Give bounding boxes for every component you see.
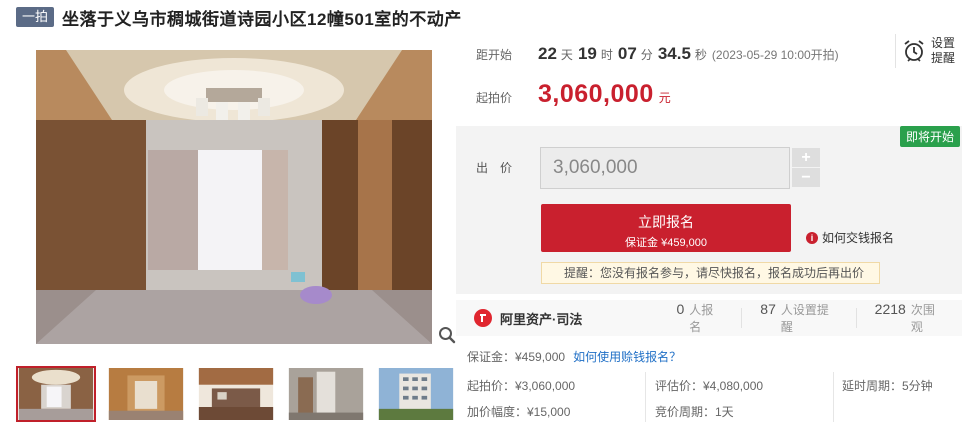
stats-bar: 阿里资产·司法 0 人报名 87 人设置提醒 2218 次围观 [456, 300, 962, 336]
countdown-days: 22 [538, 44, 557, 63]
start-price-unit: 元 [658, 91, 671, 105]
alarm-clock-icon [904, 40, 924, 62]
signup-count-label: 人报名 [689, 303, 714, 334]
brand-name: 阿里资产·司法 [500, 311, 583, 327]
hours-unit: 时 [600, 48, 613, 62]
countdown: 距开始 22 天 19 时 07 分 34.5 秒 (2023-05-29 10… [476, 44, 839, 74]
bid-decrease-button[interactable]: − [792, 168, 820, 187]
days-unit: 天 [560, 48, 573, 62]
signup-deposit-label: 保证金 ¥459,000 [625, 237, 707, 249]
brand: 阿里资产·司法 [456, 309, 658, 328]
countdown-hours: 19 [577, 44, 597, 63]
reminder-count-label: 人设置提醒 [780, 303, 829, 334]
start-price-value: 3,060,000 [538, 80, 654, 108]
thumbnail-1[interactable] [16, 366, 96, 422]
signup-tip: 提醒：您没有报名参与，请尽快报名，报名成功后再出价 [541, 262, 880, 284]
seconds-unit: 秒 [694, 48, 707, 62]
countdown-label: 距开始 [476, 48, 513, 62]
minutes-unit: 分 [640, 48, 653, 62]
room-illustration [36, 50, 432, 344]
bid-increase-button[interactable]: + [792, 148, 820, 167]
set-reminder-button[interactable]: 设置提醒 [903, 36, 961, 66]
countdown-seconds: 34.5 [657, 44, 691, 63]
deposit-amount: 保证金：¥459,000 [467, 350, 566, 364]
bid-amount-input[interactable]: 3,060,000 [540, 147, 790, 189]
signup-count-value: 0 [676, 301, 685, 317]
payment-help-link[interactable]: i 如何交钱报名 [806, 229, 894, 246]
signup-button[interactable]: 立即报名 保证金 ¥459,000 [541, 204, 791, 252]
detail-divider [645, 372, 646, 422]
payment-help-text: 如何交钱报名 [822, 231, 895, 245]
start-price-label: 起拍价 [476, 91, 513, 105]
thumbnail-5[interactable] [376, 366, 456, 422]
view-count-label: 次围观 [910, 303, 935, 334]
deposit-row: 保证金：¥459,000 如何使用赊钱报名？ [467, 348, 681, 365]
view-count-value: 2218 [874, 301, 906, 317]
thumbnail-4[interactable] [286, 366, 366, 422]
detail-delay-period: 延时周期：5分钟 [842, 379, 933, 393]
reminder-count-value: 87 [760, 301, 776, 317]
detail-appraisal: 评估价：¥4,080,000 [655, 379, 764, 393]
page-title: 坐落于义乌市稠城街道诗园小区12幢501室的不动产 [62, 9, 462, 29]
signup-count: 0 人报名 [658, 301, 741, 335]
detail-increment: 加价幅度：¥15,000 [467, 405, 571, 419]
zoom-icon[interactable] [438, 326, 456, 344]
signup-button-label: 立即报名 [638, 214, 694, 230]
info-icon: i [806, 231, 818, 244]
countdown-minutes: 07 [617, 44, 637, 63]
detail-divider [833, 372, 834, 422]
detail-bid-period: 竞价周期：1天 [655, 405, 734, 419]
credit-signup-link[interactable]: 如何使用赊钱报名？ [573, 350, 681, 364]
start-time-note: (2023-05-29 10:00开拍) [711, 48, 839, 62]
bid-panel: 即将开始 出价 3,060,000 + − 立即报名 保证金 ¥459,000 … [456, 126, 962, 294]
set-reminder-label: 设置提醒 [931, 36, 956, 65]
status-badge: 即将开始 [899, 126, 960, 147]
view-count: 2218 次围观 [857, 301, 962, 335]
thumbnail-strip [16, 366, 466, 422]
main-property-photo[interactable] [36, 50, 432, 344]
reminder-count: 87 人设置提醒 [742, 301, 855, 335]
title-row: 一拍 坐落于义乌市稠城街道诗园小区12幢501室的不动产 [16, 6, 462, 29]
detail-start-price: 起拍价：¥3,060,000 [467, 379, 576, 393]
reminder-divider [895, 34, 896, 68]
thumbnail-2[interactable] [106, 366, 186, 422]
start-price: 起拍价 3,060,000 元 [476, 80, 671, 109]
bid-label: 出价 [476, 161, 525, 175]
thumbnail-3[interactable] [196, 366, 276, 422]
ali-assets-logo-icon [474, 309, 492, 327]
auction-round-tag: 一拍 [16, 7, 55, 27]
